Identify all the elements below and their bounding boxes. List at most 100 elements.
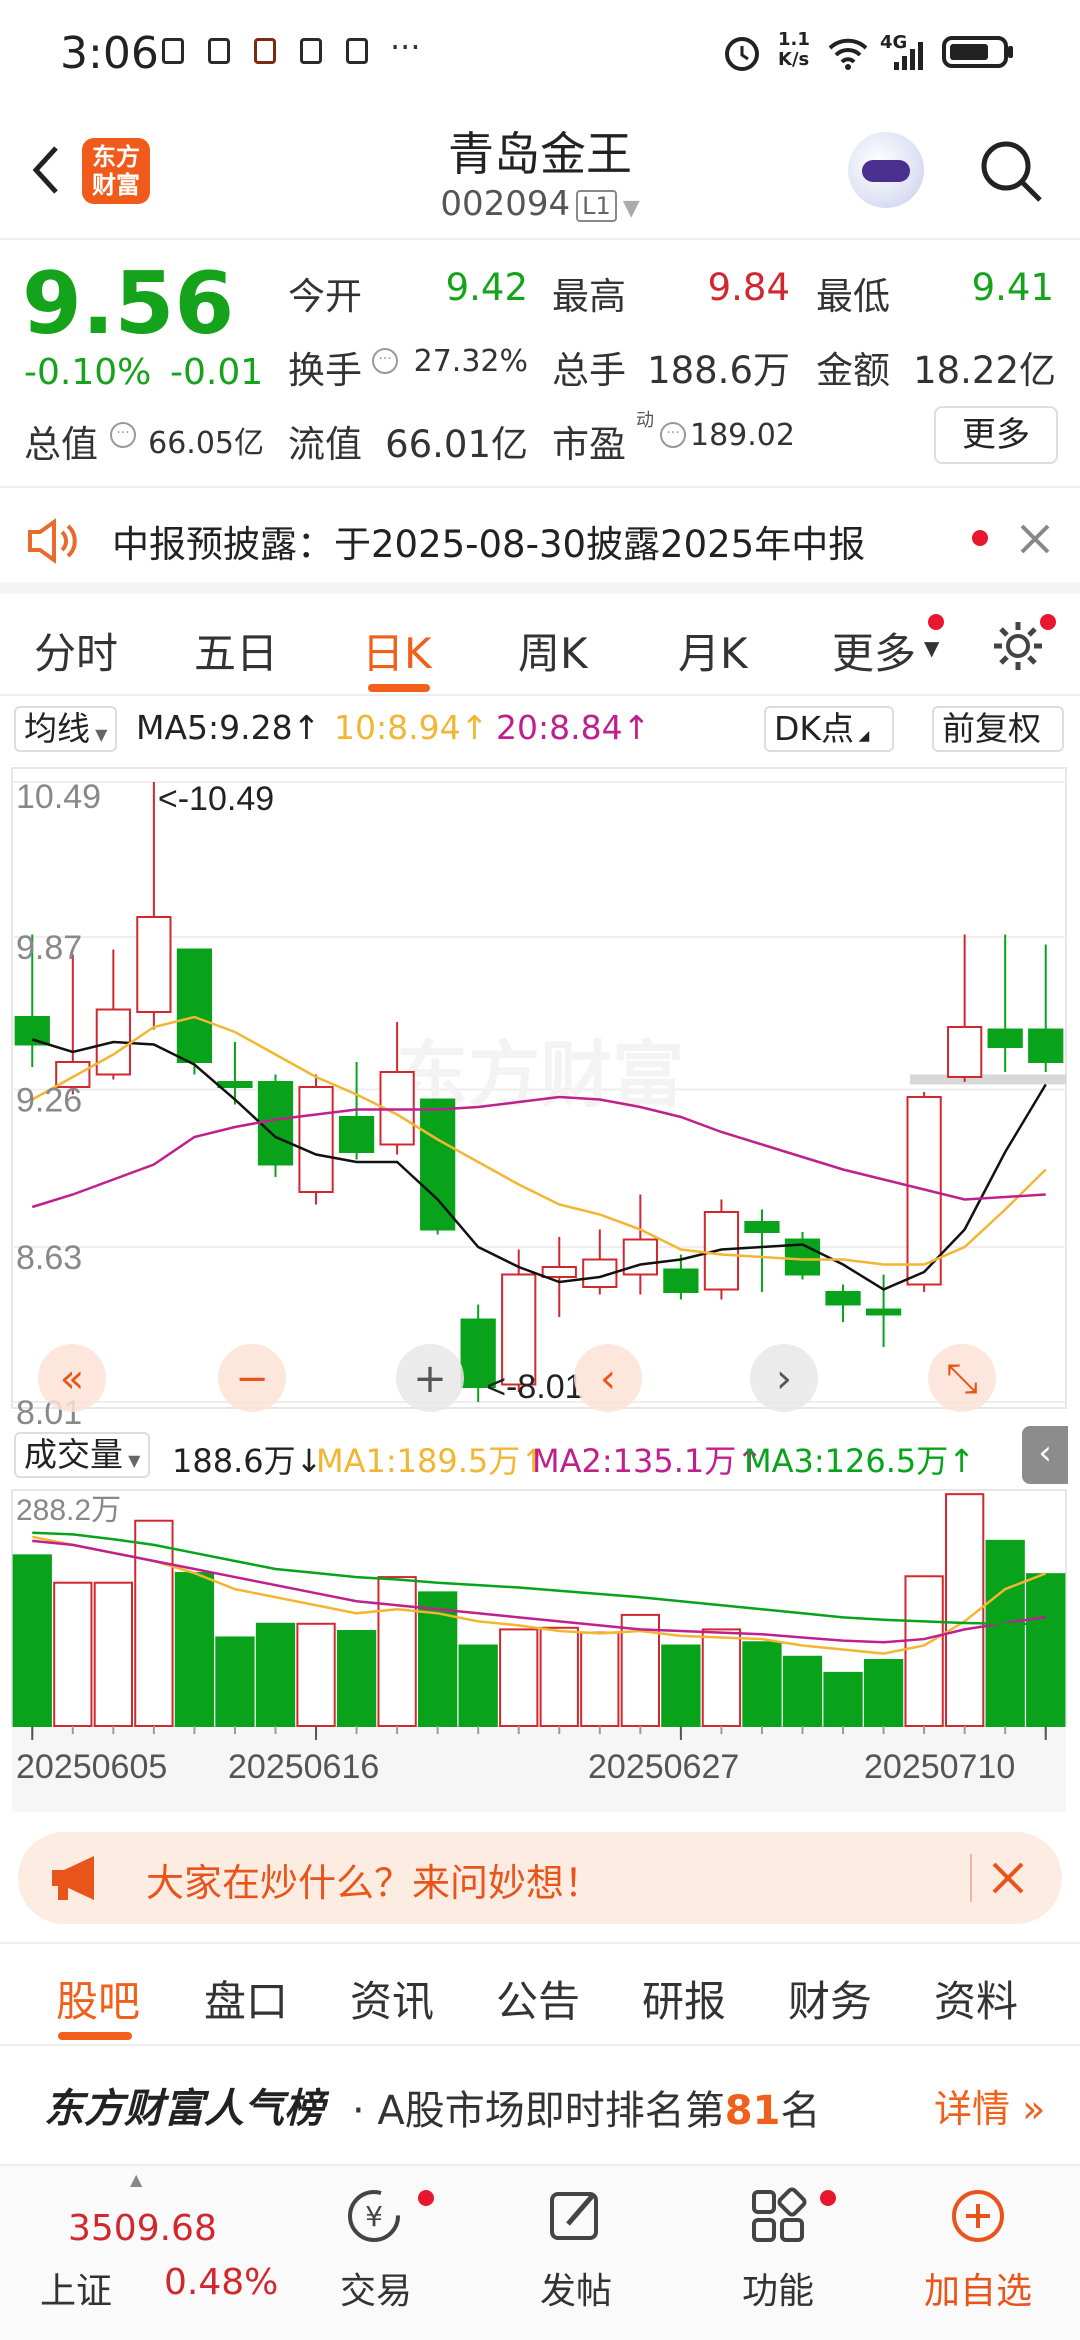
- float-label: 流值: [288, 423, 362, 466]
- volume-bar: [539, 1626, 579, 1727]
- assistant-avatar[interactable]: [848, 132, 924, 208]
- megaphone-icon: [52, 1856, 94, 1900]
- info-icon[interactable]: ···: [660, 422, 686, 448]
- notice-bar[interactable]: 中报预披露：于2025-08-30披露2025年中报: [0, 490, 1080, 594]
- popularity-rank[interactable]: 东方财富人气榜 · A股市场即时排名第81名 详情 »: [0, 2046, 1080, 2164]
- vol-ma3-text: MA3:126.5万: [744, 1442, 949, 1480]
- rank-prefix: · A股市场即时排名第: [352, 2088, 725, 2134]
- active-tab-indicator: [368, 684, 430, 692]
- tab-more[interactable]: 更多: [832, 620, 916, 681]
- rank-number: 81: [724, 2088, 781, 2134]
- svg-text:¥: ¥: [365, 2200, 383, 2233]
- vol-ma2: MA2:135.1万↑: [532, 1442, 764, 1480]
- volume-bar: [701, 1628, 742, 1727]
- scroll-start-icon: «: [60, 1356, 84, 1402]
- info-icon[interactable]: ···: [110, 422, 136, 448]
- kline-chart-area[interactable]: 东方财富 10.49 9.87 9.26 8.63 8.01 <-10.49 <-8.01 …: [0, 760, 1080, 1814]
- tab-research[interactable]: 研报: [642, 1968, 726, 2029]
- fullscreen-icon: ⤡: [946, 1356, 978, 1402]
- more-quote-button[interactable]: 更多: [934, 406, 1058, 464]
- app-notification-icon: [346, 38, 368, 64]
- candle-body: [257, 1081, 294, 1166]
- search-icon[interactable]: [976, 136, 1046, 206]
- tab-monthly-k[interactable]: 月K: [678, 620, 748, 681]
- turnover-value: 27.32%: [413, 344, 528, 379]
- tab-five-day[interactable]: 五日: [194, 620, 278, 681]
- ma5-text: MA5:9.28: [136, 708, 293, 747]
- volume-bar: [93, 1581, 133, 1728]
- tab-profile[interactable]: 资料: [934, 1968, 1018, 2029]
- tab-guba[interactable]: 股吧: [56, 1968, 140, 2029]
- level-badge: L1: [576, 189, 617, 222]
- function-label[interactable]: 功能: [698, 2262, 858, 2314]
- app-notification-icon: [300, 38, 322, 64]
- candle-body: [663, 1268, 699, 1293]
- close-icon[interactable]: [1018, 522, 1052, 556]
- volume-selector-label: 成交量: [24, 1435, 123, 1474]
- app-notification-icon: [208, 38, 230, 64]
- ai-ask-banner[interactable]: 大家在炒什么？来问妙想！: [18, 1832, 1062, 1924]
- volume-bar: [12, 1554, 52, 1728]
- high-label: 最高: [552, 275, 626, 318]
- open-label: 今开: [288, 275, 362, 318]
- index-value[interactable]: 3509.68: [68, 2208, 217, 2249]
- stock-code: 002094: [440, 184, 571, 224]
- battery-icon: [942, 36, 1013, 68]
- volume-bar: [174, 1572, 215, 1727]
- trade-icon[interactable]: ¥: [344, 2186, 404, 2246]
- y-tick-label: 10.49: [16, 778, 101, 816]
- volume-bar: [782, 1655, 823, 1728]
- tab-weekly-k[interactable]: 周K: [518, 620, 588, 681]
- amount-value: 18.22亿: [913, 349, 1056, 392]
- ma20-value: 20:8.84↑: [496, 708, 651, 747]
- post-label[interactable]: 发帖: [496, 2262, 656, 2314]
- rank-detail-label: 详情: [934, 2087, 1011, 2131]
- signal-icon: [894, 42, 923, 70]
- zoom-in-icon: +: [413, 1356, 447, 1402]
- vol-ma1-text: MA1:189.5万: [316, 1442, 521, 1480]
- kline-svg[interactable]: 东方财富 10.499.879.268.638.01<-10.49<-8.01 …: [0, 760, 1080, 1814]
- add-watchlist-icon[interactable]: [948, 2186, 1008, 2246]
- unread-dot: [928, 614, 944, 630]
- tab-intraday[interactable]: 分时: [34, 620, 118, 681]
- volume-bar: [255, 1622, 296, 1727]
- function-icon[interactable]: [748, 2186, 808, 2246]
- max-price-label: <-10.49: [158, 780, 274, 818]
- candle-body: [217, 1081, 253, 1088]
- turnover-label: 换手: [288, 349, 362, 392]
- wifi-icon: [828, 38, 868, 70]
- gear-icon[interactable]: [990, 618, 1046, 674]
- ma10-value: 10:8.94↑: [334, 708, 489, 747]
- add-watchlist-label[interactable]: 加自选: [898, 2262, 1058, 2314]
- ma20-text: 20:8.84: [496, 708, 623, 747]
- adjust-button[interactable]: 前复权: [932, 706, 1064, 752]
- x-tick-label: 20250627: [588, 1748, 739, 1786]
- post-icon[interactable]: [546, 2186, 606, 2246]
- info-icon[interactable]: ···: [372, 348, 398, 374]
- rank-suffix: 名: [780, 2088, 821, 2134]
- rank-detail-link[interactable]: 详情 »: [934, 2078, 1045, 2133]
- tab-announcement[interactable]: 公告: [496, 1968, 580, 2029]
- expand-icon[interactable]: ▲: [130, 2170, 142, 2189]
- candle-body: [420, 1098, 456, 1231]
- tab-pankou[interactable]: 盘口: [204, 1968, 288, 2029]
- candle-body: [338, 1116, 375, 1153]
- volume-label: 总手: [552, 349, 626, 392]
- trade-label[interactable]: 交易: [296, 2262, 456, 2314]
- collapse-panel-button[interactable]: ‹: [1022, 1426, 1068, 1484]
- volume-value: 188.6万: [647, 349, 790, 392]
- volume-bar: [134, 1519, 174, 1727]
- ma-selector[interactable]: 均线 ▼: [14, 706, 118, 752]
- close-icon[interactable]: [990, 1860, 1026, 1896]
- tab-news[interactable]: 资讯: [350, 1968, 434, 2029]
- tab-finance[interactable]: 财务: [788, 1968, 872, 2029]
- mktcap-label: 总值: [24, 423, 98, 466]
- volume-value: 188.6万↓: [172, 1442, 323, 1480]
- x-tick-label: 20250616: [228, 1748, 379, 1786]
- vol-ma1: MA1:189.5万↑: [316, 1442, 548, 1480]
- current-price: 9.56: [22, 254, 235, 354]
- volume-selector[interactable]: 成交量 ▼: [14, 1432, 151, 1478]
- vol-ma2-text: MA2:135.1万: [532, 1442, 737, 1480]
- tab-daily-k[interactable]: 日K: [362, 620, 432, 681]
- dk-point-button[interactable]: DK点 ◢: [764, 706, 894, 752]
